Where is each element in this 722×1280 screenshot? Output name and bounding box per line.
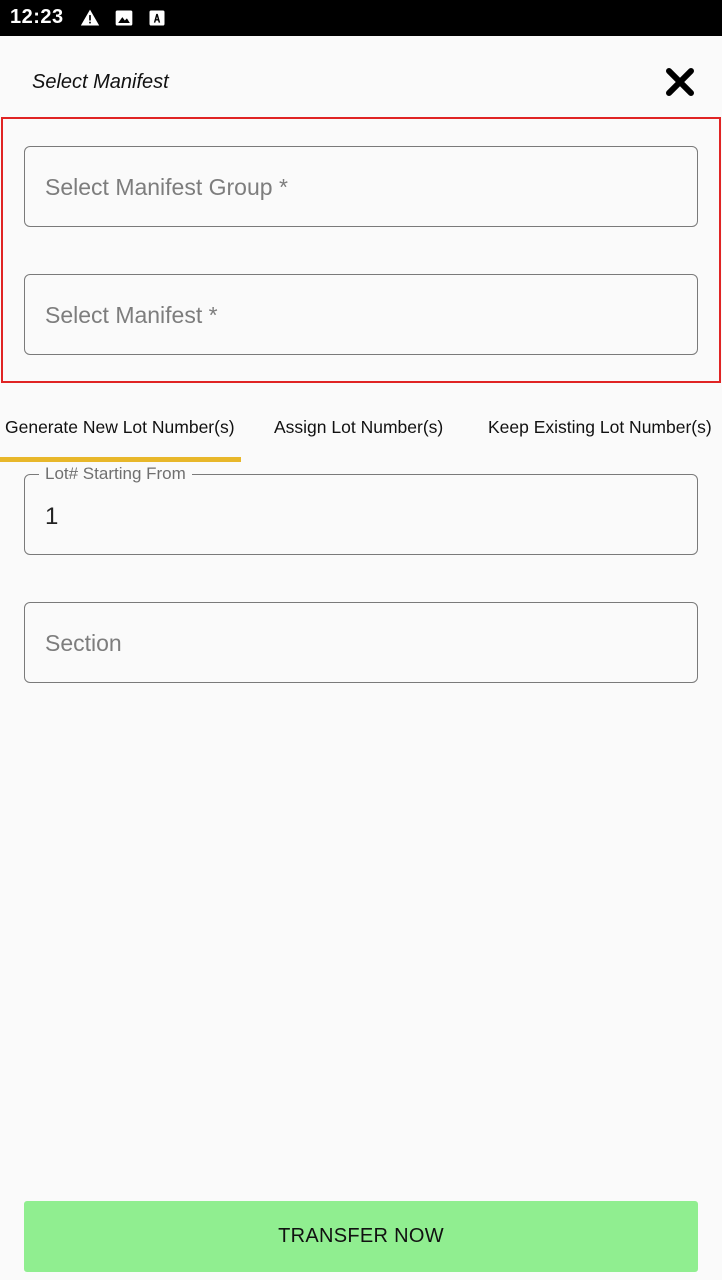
lot-number-tabs: Generate New Lot Number(s) Assign Lot Nu… <box>0 398 722 462</box>
tab-generate-new-lot-numbers[interactable]: Generate New Lot Number(s) <box>0 398 241 462</box>
close-button[interactable] <box>662 64 698 100</box>
tab-label: Assign Lot Number(s) <box>274 417 444 437</box>
status-bar: 12:23 <box>0 0 722 36</box>
close-icon <box>666 68 694 96</box>
tab-label: Keep Existing Lot Number(s) <box>488 417 712 437</box>
tab-assign-lot-numbers[interactable]: Assign Lot Number(s) <box>262 398 462 462</box>
status-time: 12:23 <box>10 6 64 28</box>
section-field[interactable]: Section <box>24 602 698 683</box>
image-icon <box>114 8 134 28</box>
transfer-now-button[interactable]: TRANSFER NOW <box>24 1201 698 1272</box>
tab-selected-indicator <box>0 457 241 462</box>
page-title: Select Manifest <box>32 71 169 93</box>
lot-starting-from-label: Lot# Starting From <box>39 464 192 484</box>
manifest-select[interactable]: Select Manifest * <box>24 274 698 355</box>
warning-icon <box>80 8 100 28</box>
font-download-icon <box>147 8 167 28</box>
tab-label: Generate New Lot Number(s) <box>5 417 235 437</box>
tab-keep-existing-lot-numbers[interactable]: Keep Existing Lot Number(s) <box>476 398 722 462</box>
section-placeholder: Section <box>45 630 122 656</box>
manifest-placeholder: Select Manifest * <box>45 302 218 328</box>
manifest-group-placeholder: Select Manifest Group * <box>45 174 288 200</box>
lot-starting-from-field[interactable]: Lot# Starting From 1 <box>24 464 698 555</box>
manifest-group-select[interactable]: Select Manifest Group * <box>24 146 698 227</box>
lot-starting-from-value: 1 <box>45 503 59 530</box>
